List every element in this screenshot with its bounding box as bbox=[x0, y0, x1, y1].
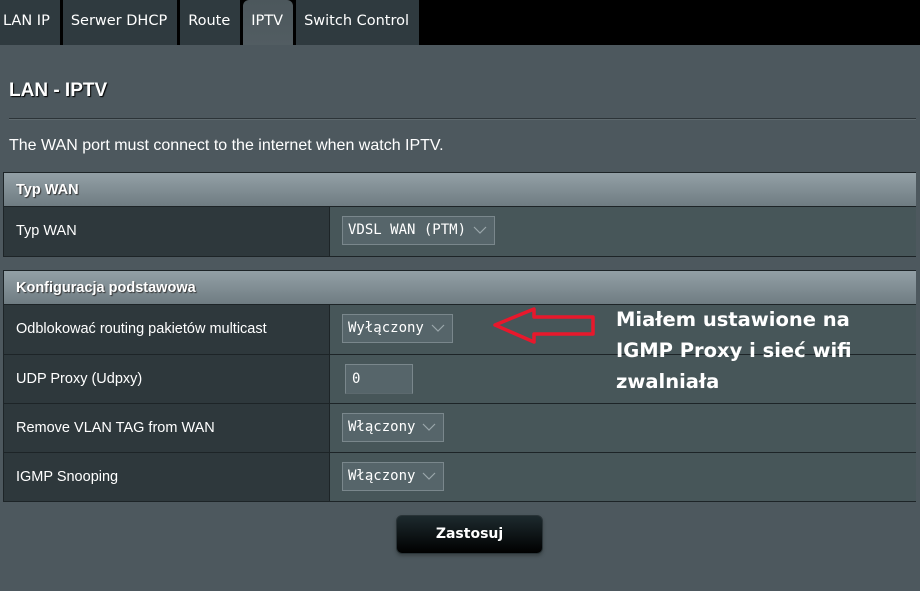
row-label: UDP Proxy (Udpxy) bbox=[4, 355, 330, 403]
section-header: Typ WAN bbox=[4, 173, 918, 207]
right-edge bbox=[916, 45, 920, 591]
tab-iptv[interactable]: IPTV bbox=[243, 0, 294, 45]
row-value: Włączony bbox=[330, 453, 918, 501]
page-title: LAN - IPTV bbox=[9, 80, 108, 101]
udp-proxy-input[interactable] bbox=[345, 364, 413, 394]
annotation-line: zwalniała bbox=[616, 370, 720, 393]
select-value: VDSL WAN (PTM) bbox=[348, 222, 467, 238]
arrow-left-icon bbox=[493, 307, 595, 344]
chevron-down-icon bbox=[431, 324, 445, 332]
section-header: Konfiguracja podstawowa bbox=[4, 271, 918, 305]
annotation-line: Miałem ustawione na bbox=[616, 308, 850, 331]
select-value: Włączony bbox=[348, 419, 416, 435]
section-wan-type: Typ WAN Typ WAN VDSL WAN (PTM) bbox=[3, 172, 919, 257]
tab-route[interactable]: Route bbox=[180, 0, 241, 45]
chevron-down-icon bbox=[473, 226, 487, 234]
select-value: Włączony bbox=[348, 468, 416, 484]
title-divider bbox=[9, 118, 920, 120]
row-value: VDSL WAN (PTM) bbox=[330, 207, 918, 256]
row-label: Odblokować routing pakietów multicast bbox=[4, 305, 330, 354]
table-row: Typ WAN VDSL WAN (PTM) bbox=[4, 207, 918, 256]
annotation-line: IGMP Proxy i sieć wifi bbox=[616, 339, 852, 362]
chevron-down-icon bbox=[423, 472, 436, 480]
chevron-down-icon bbox=[423, 423, 436, 431]
row-label: Remove VLAN TAG from WAN bbox=[4, 404, 330, 452]
select-value: Wyłączony bbox=[348, 320, 424, 336]
tab-switch-control[interactable]: Switch Control bbox=[296, 0, 420, 45]
apply-button[interactable]: Zastosuj bbox=[396, 515, 543, 554]
igmp-snooping-select[interactable]: Włączony bbox=[342, 462, 445, 491]
remove-vlan-tag-select[interactable]: Włączony bbox=[342, 413, 445, 442]
annotation-text: Miałem ustawione na IGMP Proxy i sieć wi… bbox=[616, 304, 916, 397]
multicast-routing-select[interactable]: Wyłączony bbox=[342, 314, 453, 343]
wan-type-select[interactable]: VDSL WAN (PTM) bbox=[342, 216, 496, 245]
table-row: Remove VLAN TAG from WAN Włączony bbox=[4, 403, 918, 452]
table-row: IGMP Snooping Włączony bbox=[4, 452, 918, 501]
tab-dhcp-server[interactable]: Serwer DHCP bbox=[62, 0, 178, 45]
row-label: Typ WAN bbox=[4, 207, 330, 256]
row-value: Włączony bbox=[330, 404, 918, 452]
row-label: IGMP Snooping bbox=[4, 453, 330, 501]
tab-bar: LAN IP Serwer DHCP Route IPTV Switch Con… bbox=[0, 0, 920, 45]
tab-lan-ip[interactable]: LAN IP bbox=[0, 0, 60, 45]
page-description: The WAN port must connect to the interne… bbox=[9, 137, 444, 154]
